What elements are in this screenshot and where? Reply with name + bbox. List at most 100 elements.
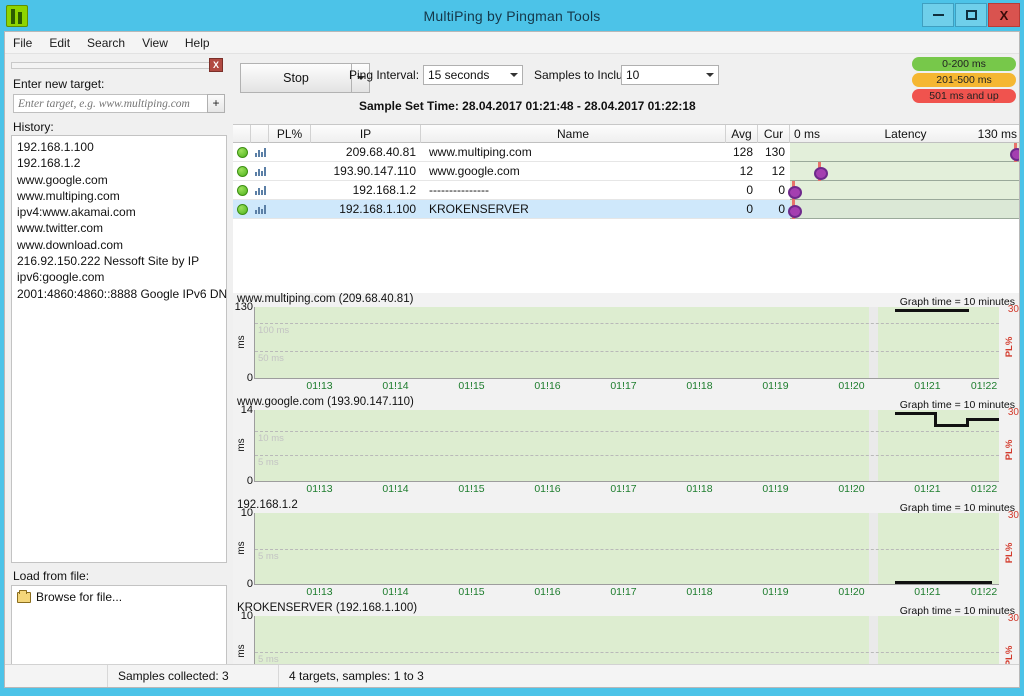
enter-target-label: Enter new target:	[13, 77, 105, 91]
graph-band	[868, 410, 878, 481]
history-item[interactable]: 192.168.1.100	[17, 139, 221, 155]
graph-right-max: 30	[1007, 510, 1019, 521]
cell-latency-strip	[790, 161, 1019, 181]
col-name[interactable]: Name	[421, 125, 726, 143]
cell-avg: 0	[746, 202, 753, 216]
graph-y-unit: ms	[236, 335, 248, 350]
history-item[interactable]: 216.92.150.222 Nessoft Site by IP	[17, 253, 221, 269]
add-target-button[interactable]: +	[207, 94, 225, 113]
minimize-button[interactable]	[922, 3, 954, 27]
toolbar: Stop Ping Interval: 15 seconds Samples t…	[233, 54, 1019, 124]
target-input[interactable]	[13, 94, 208, 113]
cancel-x-button[interactable]: X	[209, 58, 223, 72]
x-tick: 01!18	[686, 586, 713, 598]
menu-item-view[interactable]: View	[142, 36, 168, 50]
graph-right-unit: PL%	[1004, 645, 1016, 666]
history-item[interactable]: ipv6:google.com	[17, 269, 221, 285]
x-tick: 01!20	[838, 380, 865, 392]
x-tick: 01!15	[458, 380, 485, 392]
cell-cur: 0	[778, 183, 785, 197]
maximize-button[interactable]	[955, 3, 987, 27]
gridline-label: 5 ms	[258, 653, 279, 665]
history-item[interactable]: 2001:4860:4860::8888 Google IPv6 DNS by …	[17, 286, 226, 302]
graph-data-line	[894, 309, 970, 312]
col-pl-pct[interactable]: PL%	[269, 125, 311, 143]
menu-item-help[interactable]: Help	[185, 36, 210, 50]
chevron-down-icon	[701, 66, 718, 84]
graph-y-unit: ms	[236, 541, 248, 556]
graph-panel-google[interactable]: www.google.com (193.90.147.110) Graph ti…	[233, 396, 1019, 499]
gridline: 5 ms	[255, 651, 999, 665]
x-tick: 01!19	[762, 483, 789, 495]
menu-item-search[interactable]: Search	[87, 36, 125, 50]
history-item[interactable]: www.twitter.com	[17, 220, 221, 236]
sparkline-icon[interactable]	[251, 143, 269, 162]
col-avg[interactable]: Avg	[726, 125, 758, 143]
table-row[interactable]: 192.168.1.100 KROKENSERVER 0 0	[233, 199, 1019, 219]
cell-pl-pct	[269, 200, 311, 219]
x-tick: 01!21	[914, 483, 941, 495]
menu-bar: File Edit Search View Help	[5, 32, 1019, 54]
status-indicator	[233, 200, 251, 219]
graph-y-min: 0	[246, 475, 253, 487]
history-item[interactable]: www.multiping.com	[17, 188, 221, 204]
stop-button[interactable]: Stop	[240, 63, 352, 93]
cell-name: www.google.com	[429, 164, 520, 178]
progress-bar	[11, 62, 217, 69]
status-ok-icon	[236, 165, 248, 177]
close-button[interactable]: X	[988, 3, 1020, 27]
ping-interval-select[interactable]: 15 seconds	[423, 65, 523, 85]
cell-ip: 192.168.1.2	[352, 183, 416, 197]
cell-ip: 192.168.1.100	[339, 202, 416, 216]
x-tick: 01!14	[382, 483, 409, 495]
sample-set-time: Sample Set Time: 28.04.2017 01:21:48 - 2…	[359, 99, 696, 113]
history-item[interactable]: 192.168.1.2	[17, 155, 221, 171]
cell-avg: 0	[746, 183, 753, 197]
graph-panel-multiping[interactable]: www.multiping.com (209.68.40.81) Graph t…	[233, 293, 1019, 396]
sparkline-icon[interactable]	[251, 200, 269, 219]
x-tick: 01!17	[610, 483, 637, 495]
multiping-logo-icon	[6, 4, 28, 27]
cell-avg: 128	[732, 145, 753, 159]
cell-avg: 12	[739, 164, 753, 178]
menu-item-edit[interactable]: Edit	[49, 36, 70, 50]
x-tick: 01!14	[382, 380, 409, 392]
menu-item-file[interactable]: File	[13, 36, 32, 50]
history-item[interactable]: ipv4:www.akamai.com	[17, 204, 221, 220]
x-tick: 01!13	[306, 586, 333, 598]
table-row[interactable]: 192.168.1.2 --------------- 0 0	[233, 180, 1019, 200]
table-row[interactable]: 209.68.40.81 www.multiping.com 128 130	[233, 142, 1019, 162]
history-list[interactable]: 192.168.1.100 192.168.1.2 www.google.com…	[11, 135, 227, 563]
status-bar: Samples collected: 3 4 targets, samples:…	[5, 664, 1019, 687]
graph-data-line	[894, 412, 936, 415]
graph-x-axis: 01!13 01!14 01!15 01!16 01!17 01!18 01!1…	[254, 380, 999, 394]
maximize-icon	[965, 10, 977, 20]
cell-pl-pct	[269, 143, 311, 162]
title-bar: MultiPing by Pingman Tools X	[0, 0, 1024, 31]
window-title: MultiPing by Pingman Tools	[423, 7, 601, 24]
cell-pl-pct	[269, 181, 311, 200]
status-indicator	[233, 162, 251, 181]
samples-to-include-select[interactable]: 10	[621, 65, 719, 85]
sparkline-icon[interactable]	[251, 162, 269, 181]
table-row[interactable]: 193.90.147.110 www.google.com 12 12	[233, 161, 1019, 181]
cell-latency-strip	[790, 142, 1019, 162]
x-tick: 01!21	[914, 586, 941, 598]
graph-panels: www.multiping.com (209.68.40.81) Graph t…	[233, 293, 1019, 687]
history-item[interactable]: www.download.com	[17, 237, 221, 253]
x-tick: 01!16	[534, 380, 561, 392]
col-ip[interactable]: IP	[311, 125, 421, 143]
latency-marker	[788, 180, 803, 200]
gridline: 10 ms	[255, 430, 999, 444]
col-cur[interactable]: Cur	[758, 125, 790, 143]
browse-for-file-item[interactable]: Browse for file...	[17, 589, 221, 604]
folder-open-icon	[17, 589, 31, 603]
graph-plot-area: 100 ms 50 ms	[254, 307, 999, 379]
sparkline-icon[interactable]	[251, 181, 269, 200]
table-header-row: PL% IP Name Avg Cur 0 ms Latency 130 ms	[233, 125, 1019, 143]
history-item[interactable]: www.google.com	[17, 172, 221, 188]
gridline: 100 ms	[255, 323, 999, 336]
x-tick: 01!13	[306, 380, 333, 392]
graph-title: KROKENSERVER (192.168.1.100)	[237, 602, 418, 614]
graph-panel-192-168-1-2[interactable]: 192.168.1.2 Graph time = 10 minutes 10 0…	[233, 499, 1019, 602]
